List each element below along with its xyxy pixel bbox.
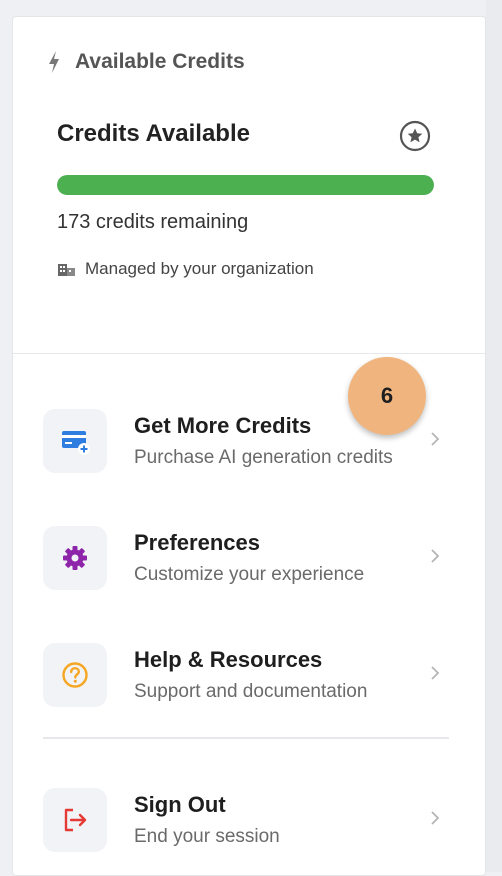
chevron-right-icon — [431, 549, 440, 563]
credits-progress-bar — [57, 175, 434, 195]
credits-progress-fill — [57, 175, 434, 195]
sign-out-icon — [64, 808, 87, 832]
sign-out-icon-tile — [43, 788, 107, 852]
chevron-right-icon — [431, 432, 440, 446]
help-circle-icon — [62, 662, 88, 688]
account-dropdown-panel: Available Credits Credits Available 173 … — [12, 16, 486, 876]
menu-item-title: Preferences — [134, 530, 260, 555]
menu-item-help-resources[interactable]: Help & Resources Support and documentati… — [13, 631, 485, 731]
menu-item-title: Get More Credits — [134, 413, 312, 438]
section-header: Available Credits — [47, 50, 245, 74]
lightning-icon — [49, 51, 59, 73]
credits-remaining: 173 credits remaining — [57, 211, 249, 233]
menu-item-subtitle: End your session — [134, 826, 280, 847]
menu-item-subtitle: Purchase AI generation credits — [134, 447, 393, 468]
menu-item-subtitle: Support and documentation — [134, 681, 368, 702]
preferences-icon-tile — [43, 526, 107, 590]
building-icon — [58, 264, 75, 276]
menu-item-preferences[interactable]: Preferences Customize your experience — [13, 514, 485, 614]
menu-item-subtitle: Customize your experience — [134, 564, 365, 585]
star-circle-icon[interactable] — [399, 120, 431, 152]
chevron-right-icon — [431, 666, 440, 680]
menu-item-title: Sign Out — [134, 792, 226, 817]
menu-divider — [43, 737, 449, 739]
credits-section: Available Credits Credits Available 173 … — [13, 17, 485, 354]
menu-item-title: Help & Resources — [134, 647, 323, 672]
section-title: Available Credits — [75, 50, 245, 73]
credits-card-title: Credits Available — [57, 120, 250, 147]
credit-card-plus-icon — [62, 431, 90, 455]
step-number-badge: 6 — [348, 357, 426, 435]
menu-item-sign-out[interactable]: Sign Out End your session — [13, 776, 485, 875]
help-icon-tile — [43, 643, 107, 707]
managed-by-org: Managed by your organization — [57, 259, 314, 279]
gear-icon — [63, 546, 87, 570]
managed-text: Managed by your organization — [85, 259, 314, 278]
chevron-right-icon — [431, 811, 440, 825]
page-edge — [486, 0, 502, 872]
get-more-credits-icon-tile — [43, 409, 107, 473]
